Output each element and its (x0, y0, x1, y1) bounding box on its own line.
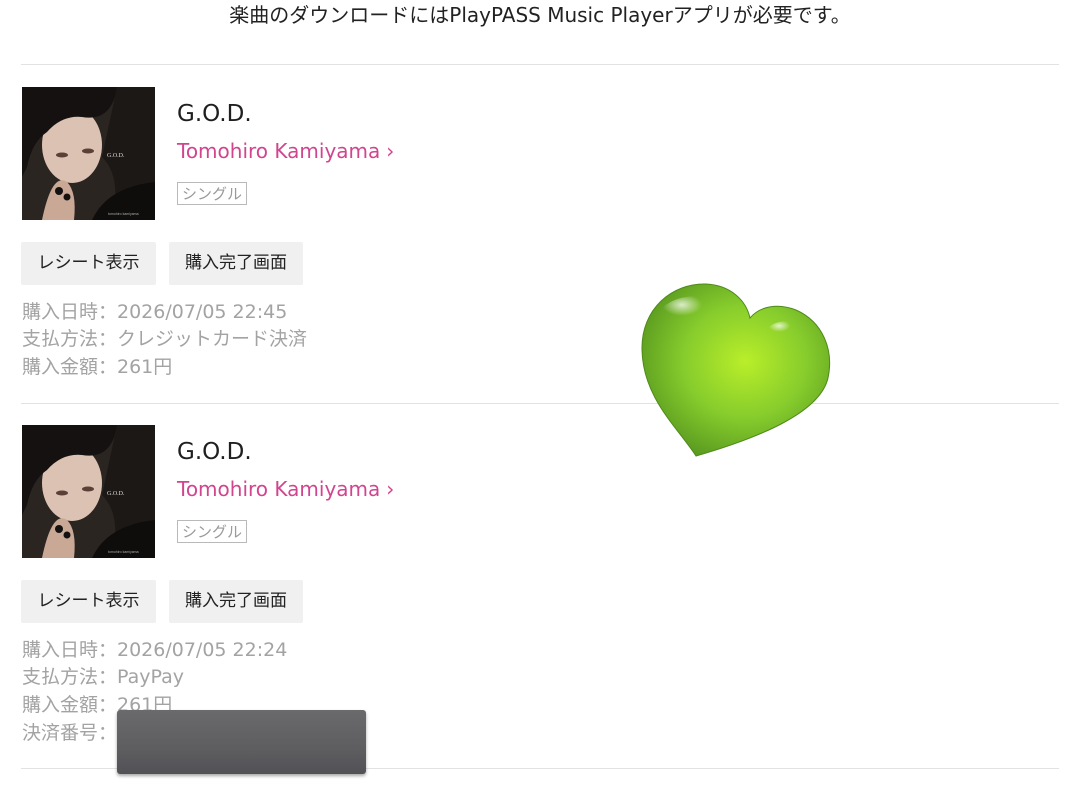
purchase-complete-button[interactable]: 購入完了画面 (169, 242, 303, 285)
download-notice: 楽曲のダウンロードにはPlayPASS Music Playerアプリが必要です… (229, 3, 851, 27)
purchase-complete-button[interactable]: 購入完了画面 (169, 580, 303, 623)
cover-mini-artist: tomohiro kamiyama (108, 550, 139, 554)
single-badge: シングル (177, 520, 248, 543)
redaction-overlay (117, 710, 366, 774)
divider (21, 403, 1059, 404)
purchase-date: 購入日時：2026/07/05 22:24 (22, 639, 288, 661)
artist-link[interactable]: Tomohiro Kamiyama › (177, 475, 394, 503)
artist-link[interactable]: Tomohiro Kamiyama › (177, 137, 394, 165)
payment-method: 支払方法：クレジットカード決済 (22, 328, 308, 350)
chevron-right-icon: › (386, 477, 395, 501)
purchase-item: G.O.D. tomohiro kamiyama G.O.D. Tomohiro… (0, 87, 1080, 427)
chevron-right-icon: › (386, 139, 395, 163)
artist-name: Tomohiro Kamiyama (177, 139, 381, 163)
payment-method: 支払方法：PayPay (22, 666, 184, 688)
artist-name: Tomohiro Kamiyama (177, 477, 381, 501)
receipt-button[interactable]: レシート表示 (21, 580, 156, 623)
cover-mini-artist: tomohiro kamiyama (108, 212, 139, 216)
purchase-amount: 購入金額：261円 (22, 356, 173, 378)
divider (21, 64, 1059, 65)
album-cover[interactable]: G.O.D. tomohiro kamiyama (22, 425, 155, 558)
payment-number: 決済番号： (22, 722, 118, 744)
track-title: G.O.D. (177, 439, 252, 465)
single-badge: シングル (177, 182, 248, 205)
track-title: G.O.D. (177, 101, 252, 127)
cover-mini-title: G.O.D. (107, 491, 125, 497)
album-cover[interactable]: G.O.D. tomohiro kamiyama (22, 87, 155, 220)
receipt-button[interactable]: レシート表示 (21, 242, 156, 285)
green-heart-icon (638, 278, 834, 458)
purchase-date: 購入日時：2026/07/05 22:45 (22, 301, 288, 323)
cover-mini-title: G.O.D. (107, 153, 125, 159)
